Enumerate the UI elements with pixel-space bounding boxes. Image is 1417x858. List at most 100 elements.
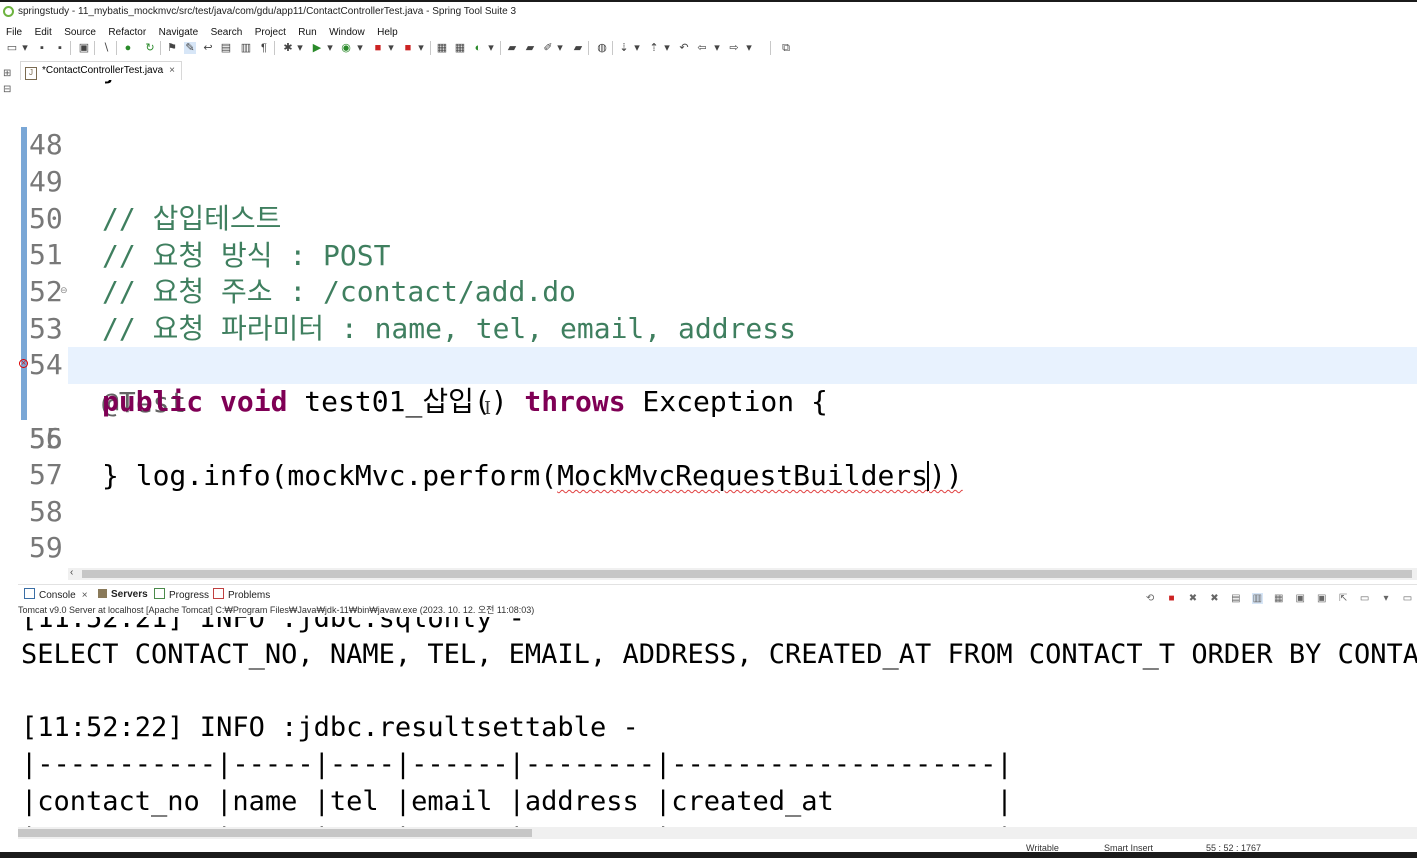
close-tab-icon[interactable]: × <box>169 65 175 76</box>
tab-problems[interactable]: Problems <box>213 588 270 603</box>
dropdown-arrow-icon[interactable]: ▾ <box>297 42 303 54</box>
menu-refactor[interactable]: Refactor <box>102 26 146 40</box>
console-icon <box>24 588 35 599</box>
new-icon[interactable]: ▭ <box>6 42 18 54</box>
search-file-icon[interactable]: ▰ <box>572 42 584 54</box>
dropdown-arrow-icon[interactable]: ▾ <box>418 42 424 54</box>
new-package-icon[interactable]: ▦ <box>454 42 466 54</box>
menu-run[interactable]: Run <box>292 26 316 40</box>
dropdown-arrow-icon[interactable]: ▾ <box>357 42 363 54</box>
open-task-icon[interactable]: ▰ <box>524 42 536 54</box>
block-select-icon[interactable]: ▤ <box>220 42 232 54</box>
save-icon[interactable]: ▪ <box>36 42 48 54</box>
show-whitespace-icon[interactable]: ▥ <box>240 42 252 54</box>
scrollbar-thumb[interactable] <box>18 829 532 837</box>
scroll-left-icon[interactable]: ‹ <box>70 567 73 578</box>
error-marker-icon[interactable]: × <box>19 359 28 368</box>
link-icon[interactable]: ⟲ <box>1145 593 1156 604</box>
fold-toggle-icon[interactable]: ⊖ <box>60 287 68 296</box>
tab-problems-label: Problems <box>228 590 271 601</box>
code-line: 50 // 요청 방식 : POST <box>18 163 1417 272</box>
pin-console-icon[interactable]: ⇱ <box>1338 593 1349 604</box>
minimized-view-icon[interactable]: ⊟ <box>3 84 11 95</box>
dropdown-arrow-icon[interactable]: ▾ <box>714 42 720 54</box>
code-line: 49 // 삽입테스트 <box>18 126 1417 235</box>
view-menu-icon[interactable]: ▾ <box>1381 593 1392 604</box>
open-resource-icon[interactable]: ✐ <box>542 42 554 54</box>
word-wrap-icon[interactable]: ↩ <box>202 42 214 54</box>
terminate-icon[interactable]: ■ <box>1166 593 1177 604</box>
editor-horizontal-scrollbar[interactable]: ‹ <box>68 567 1417 580</box>
menu-bar: File Edit Source Refactor Navigate Searc… <box>0 22 1417 38</box>
show-on-output-icon[interactable]: ▣ <box>1295 593 1306 604</box>
stop-icon[interactable]: ■ <box>372 42 384 54</box>
minimized-view-icon[interactable]: ⊞ <box>3 68 11 79</box>
dropdown-arrow-icon[interactable]: ▾ <box>388 42 394 54</box>
last-edit-icon[interactable]: ↶ <box>678 42 690 54</box>
console-horizontal-scrollbar[interactable] <box>18 827 1417 839</box>
back-icon[interactable]: ⇦ <box>696 42 708 54</box>
tab-progress[interactable]: Progress <box>154 588 209 603</box>
mark-occurrences-icon[interactable]: ✎ <box>184 42 196 54</box>
debug-icon[interactable]: ✱ <box>282 42 294 54</box>
menu-file[interactable]: File <box>0 26 22 40</box>
dropdown-arrow-icon[interactable]: ▾ <box>664 42 670 54</box>
editor-tab-contactcontrollertest[interactable]: J *ContactControllerTest.java × <box>20 61 183 80</box>
open-folder-icon[interactable]: ▰ <box>506 42 518 54</box>
console-line: |-----------|-----|----|------|--------|… <box>21 749 1013 780</box>
menu-help[interactable]: Help <box>371 26 398 40</box>
menu-search[interactable]: Search <box>205 26 243 40</box>
skip-breakpoints-icon[interactable]: ∖ <box>100 42 112 54</box>
globe-icon[interactable]: ◍ <box>596 42 608 54</box>
menu-window[interactable]: Window <box>323 26 365 40</box>
dropdown-arrow-icon[interactable]: ▾ <box>557 42 563 54</box>
scrollbar-thumb[interactable] <box>82 570 1412 578</box>
tab-console[interactable]: Console × <box>24 588 88 603</box>
refresh-icon[interactable]: ↻ <box>144 42 156 54</box>
next-annotation-icon[interactable]: ⇣ <box>618 42 630 54</box>
pilcrow-icon[interactable]: ¶ <box>258 42 270 54</box>
code-editor[interactable]: } 48 49 // 삽입테스트 50 // 요청 방식 : POST 51 /… <box>18 80 1417 568</box>
remove-launch-icon[interactable]: ✖ <box>1187 593 1198 604</box>
terminal-icon[interactable]: ▣ <box>78 42 90 54</box>
tab-servers[interactable]: Servers <box>98 588 148 602</box>
dropdown-arrow-icon[interactable]: ▾ <box>327 42 333 54</box>
boot-dashboard-icon[interactable]: ● <box>122 42 134 54</box>
menu-edit[interactable]: Edit <box>29 26 52 40</box>
previous-annotation-icon[interactable]: ⇡ <box>648 42 660 54</box>
display-console-icon[interactable]: ▭ <box>1359 593 1370 604</box>
server-stop-icon[interactable]: ■ <box>402 42 414 54</box>
open-type-icon[interactable]: ⚑ <box>166 42 178 54</box>
code-line: 51 // 요청 주소 : /contact/add.do <box>18 199 1417 308</box>
taskbar-edge <box>0 852 1417 858</box>
code-line: 59 <box>18 492 1417 564</box>
menu-navigate[interactable]: Navigate <box>153 26 198 40</box>
menu-source[interactable]: Source <box>58 26 96 40</box>
clear-console-icon[interactable]: ▤ <box>1230 593 1241 604</box>
show-on-error-icon[interactable]: ▣ <box>1316 593 1327 604</box>
code-line: 60 <box>18 529 1417 566</box>
code-line: 56 } <box>18 383 1417 492</box>
java-file-icon: J <box>25 67 37 80</box>
tab-progress-label: Progress <box>169 590 210 601</box>
console-output[interactable]: [11:52:21] INFO :jdbc.sqlonly - SELECT C… <box>18 617 1417 827</box>
tab-console-label: Console <box>39 590 76 601</box>
remove-all-icon[interactable]: ✖ <box>1209 593 1220 604</box>
new-console-icon[interactable]: ▭ <box>1402 593 1413 604</box>
new-java-project-icon[interactable]: ▦ <box>436 42 448 54</box>
dropdown-arrow-icon[interactable]: ▾ <box>488 42 494 54</box>
forward-icon[interactable]: ⇨ <box>728 42 740 54</box>
word-wrap-icon[interactable]: ▦ <box>1273 593 1284 604</box>
new-class-icon[interactable]: ◐ <box>472 42 484 54</box>
run-external-icon[interactable]: ◉ <box>340 42 352 54</box>
open-perspective-icon[interactable]: ⧉ <box>780 42 792 54</box>
scroll-lock-icon[interactable]: ▥ <box>1251 593 1263 604</box>
console-line: SELECT CONTACT_NO, NAME, TEL, EMAIL, ADD… <box>21 639 1417 670</box>
save-all-icon[interactable]: ▪ <box>54 42 66 54</box>
dropdown-arrow-icon[interactable]: ▾ <box>634 42 640 54</box>
dropdown-arrow-icon[interactable]: ▾ <box>746 42 752 54</box>
dropdown-arrow-icon[interactable]: ▾ <box>22 42 28 54</box>
run-icon[interactable]: ▶ <box>311 42 323 54</box>
close-tab-icon[interactable]: × <box>82 590 88 601</box>
menu-project[interactable]: Project <box>249 26 286 40</box>
